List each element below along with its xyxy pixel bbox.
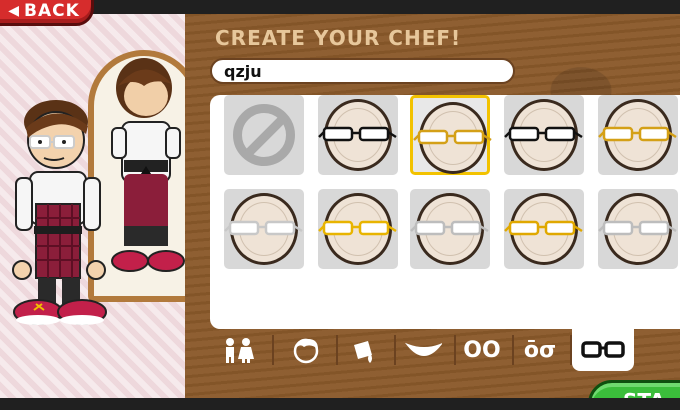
back-button[interactable]: ◀ BACK	[0, 0, 94, 26]
hair-icon	[293, 338, 319, 364]
glasses-option[interactable]	[410, 95, 492, 175]
glasses-option[interactable]	[598, 189, 678, 269]
glasses-option[interactable]	[598, 95, 678, 175]
glasses-icon	[410, 220, 489, 236]
people-icon	[226, 338, 254, 363]
none-icon	[233, 104, 295, 166]
tab-people[interactable]	[210, 329, 268, 371]
page-title: CREATE YOUR CHEF!	[215, 26, 462, 50]
no-glasses-option[interactable]	[224, 95, 304, 175]
glasses-icon	[598, 220, 677, 236]
tab-smile[interactable]	[396, 329, 450, 371]
glasses-icon	[504, 220, 583, 236]
glasses-option[interactable]	[504, 95, 584, 175]
glasses-icon	[224, 220, 303, 236]
category-tabs: OO ōσ	[210, 329, 680, 371]
chef-name-field[interactable]: qzju	[210, 58, 515, 84]
glasses-option[interactable]	[224, 189, 304, 269]
glasses-icon	[318, 126, 397, 142]
glasses-icon	[598, 126, 677, 142]
paint-bucket-icon	[354, 341, 372, 363]
tab-hair[interactable]	[282, 329, 332, 371]
tab-divider	[272, 335, 274, 365]
tab-eyebrows[interactable]: ōσ	[514, 329, 566, 371]
glasses-option[interactable]	[318, 189, 398, 269]
glasses-option[interactable]	[504, 189, 584, 269]
glasses-icon	[318, 220, 397, 236]
smile-icon	[404, 342, 442, 356]
glasses-icon	[504, 126, 583, 142]
tab-glasses[interactable]	[572, 329, 634, 371]
glasses-option[interactable]	[318, 95, 398, 175]
eyes-icon: OO	[463, 337, 501, 363]
glasses-icon	[581, 341, 625, 358]
chef-avatar	[10, 100, 120, 340]
tab-paint-bucket[interactable]	[340, 329, 390, 371]
back-arrow-icon: ◀	[8, 3, 20, 19]
glasses-option[interactable]	[410, 189, 490, 269]
item-grid	[210, 95, 680, 329]
back-button-label: BACK	[24, 1, 80, 21]
tab-eyes[interactable]: OO	[456, 329, 508, 371]
tab-divider	[336, 335, 338, 365]
eyebrows-icon: ōσ	[523, 337, 557, 363]
glasses-icon	[413, 129, 492, 145]
bottom-bar	[0, 398, 680, 410]
chef-front-view	[12, 100, 107, 325]
